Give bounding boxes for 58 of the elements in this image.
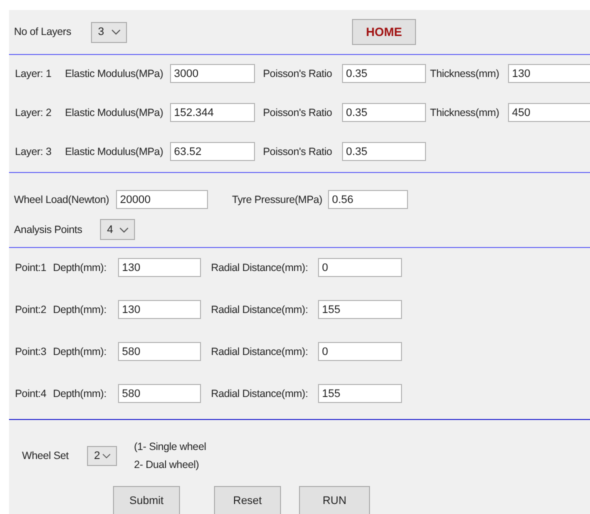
depth-label: Depth(mm): (53, 388, 108, 400)
wheel-set-note: (1- Single wheel (134, 440, 206, 455)
modulus-label: Elastic Modulus(MPa) (65, 146, 164, 158)
action-button[interactable]: RUN (299, 486, 370, 514)
wheel-load-label: Wheel Load(Newton) (14, 194, 110, 206)
thickness-field[interactable]: 450 (508, 103, 590, 122)
depth-field[interactable]: 580 (118, 342, 201, 361)
layers-label: No of Layers (14, 26, 72, 38)
tyre-pressure-label: Tyre Pressure(MPa) (232, 194, 324, 206)
action-button[interactable]: Reset (214, 486, 281, 514)
radial-distance-label: Radial Distance(mm): (211, 388, 309, 400)
modulus-field[interactable]: 152.344 (170, 103, 255, 122)
radial-distance-label: Radial Distance(mm): (211, 262, 309, 274)
radial-distance-field[interactable]: 0 (318, 258, 402, 277)
modulus-label: Elastic Modulus(MPa) (65, 68, 164, 80)
modulus-label: Elastic Modulus(MPa) (65, 106, 164, 118)
depth-field[interactable]: 130 (118, 300, 201, 319)
action-button[interactable]: Submit (113, 486, 180, 514)
chevron-icon (119, 226, 129, 232)
chevron-icon (111, 29, 121, 35)
depth-label: Depth(mm): (53, 304, 108, 316)
depth-field[interactable]: 130 (118, 258, 201, 277)
poisson-field[interactable]: 0.35 (342, 142, 426, 161)
poisson-field[interactable]: 0.35 (342, 64, 426, 83)
wheel-set-dropdown[interactable]: 2 (87, 446, 117, 466)
poisson-label: Poisson's Ratio (263, 106, 334, 118)
chevron-icon (102, 453, 111, 459)
tyre-pressure-field[interactable]: 0.56 (328, 190, 408, 209)
depth-field[interactable]: 580 (118, 384, 201, 403)
radial-distance-field[interactable]: 155 (318, 384, 402, 403)
point-label: Point:1 (15, 262, 48, 274)
modulus-field[interactable]: 63.52 (170, 142, 255, 161)
radial-distance-label: Radial Distance(mm): (211, 304, 309, 316)
wheel-load-field[interactable]: 20000 (116, 190, 208, 209)
thickness-label: Thickness(mm) (430, 106, 500, 118)
point-label: Point:2 (15, 304, 48, 316)
wheel-set-note: 2- Dual wheel) (134, 458, 200, 473)
poisson-label: Poisson's Ratio (263, 146, 334, 158)
depth-label: Depth(mm): (53, 346, 108, 358)
modulus-field[interactable]: 3000 (170, 64, 255, 83)
radial-distance-field[interactable]: 155 (318, 300, 402, 319)
home-button[interactable]: HOME (352, 19, 416, 45)
radial-distance-label: Radial Distance(mm): (211, 346, 309, 358)
point-label: Point:3 (15, 346, 48, 358)
point-label: Point:4 (15, 388, 48, 400)
wheel-set-label: Wheel Set (22, 450, 70, 462)
poisson-label: Poisson's Ratio (263, 68, 334, 80)
depth-label: Depth(mm): (53, 262, 108, 274)
layers-dropdown[interactable]: 3 (91, 22, 127, 42)
poisson-field[interactable]: 0.35 (342, 103, 426, 122)
thickness-field[interactable]: 130 (508, 64, 590, 83)
layer-label: Layer: 1 (15, 68, 52, 80)
radial-distance-field[interactable]: 0 (318, 342, 402, 361)
analysis-points-label: Analysis Points (14, 224, 84, 236)
layer-label: Layer: 3 (15, 146, 52, 158)
analysis-points-dropdown[interactable]: 4 (100, 219, 135, 240)
thickness-label: Thickness(mm) (430, 68, 500, 80)
layer-label: Layer: 2 (15, 106, 52, 118)
